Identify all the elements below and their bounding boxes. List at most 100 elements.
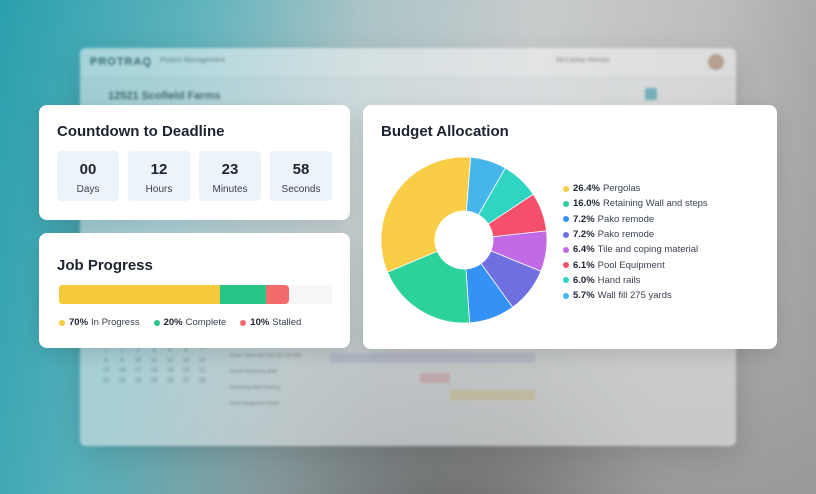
- calendar-day[interactable]: 21: [194, 368, 210, 374]
- countdown-hours-box: 12 Hours: [128, 151, 190, 201]
- budget-pct: 7.2%: [573, 213, 595, 225]
- budget-label: Pako remode: [597, 229, 655, 241]
- legend-dot-icon: [563, 292, 569, 299]
- progress-segment-stalled: [266, 285, 289, 304]
- budget-pct: 6.4%: [573, 244, 595, 256]
- budget-label: Pako remode: [597, 213, 655, 225]
- calendar-day[interactable]: 17: [130, 368, 146, 374]
- calendar-day[interactable]: 15: [98, 368, 114, 374]
- task-row[interactable]: Pool Equipment Order: [230, 401, 302, 417]
- legend-dot-icon: [563, 185, 569, 192]
- app-topbar: PROTRAQ Project Management McCarley Home…: [80, 48, 736, 78]
- donut-slice[interactable]: [380, 156, 472, 273]
- legend-dot-icon: [563, 277, 569, 284]
- stalled-pct: 10%: [250, 317, 270, 328]
- calendar-day[interactable]: 19: [162, 368, 178, 374]
- countdown-days-box: 00 Days: [57, 151, 119, 201]
- complete-dot-icon: [153, 319, 160, 326]
- view-toggle-button[interactable]: [645, 88, 657, 100]
- legend-dot-icon: [563, 246, 569, 253]
- legend-in-progress: 70% In Progress: [59, 317, 140, 328]
- calendar-day[interactable]: 4: [146, 348, 162, 354]
- calendar-day[interactable]: 6: [178, 348, 194, 354]
- budget-label: Retaining Wall and steps: [602, 198, 708, 210]
- legend-complete: 20% Complete: [153, 317, 227, 328]
- budget-label: Pool Equipment: [597, 259, 665, 271]
- countdown-minutes-label: Minutes: [212, 184, 248, 195]
- calendar-day[interactable]: 8: [98, 358, 114, 364]
- budget-donut-chart: [380, 156, 548, 324]
- legend-dot-icon: [563, 216, 569, 223]
- countdown-seconds-value: 58: [292, 161, 310, 178]
- calendar-day[interactable]: 23: [114, 378, 130, 384]
- budget-title: Budget Allocation: [381, 123, 509, 140]
- budget-label: Hand rails: [597, 274, 641, 286]
- calendar-day[interactable]: 16: [114, 368, 130, 374]
- in-progress-pct: 70%: [69, 317, 89, 328]
- calendar-day[interactable]: 25: [146, 378, 162, 384]
- calendar-day[interactable]: 2: [114, 348, 130, 354]
- legend-dot-icon: [563, 231, 569, 238]
- calendar-day[interactable]: 24: [130, 378, 146, 384]
- calendar-day[interactable]: 20: [178, 368, 194, 374]
- budget-allocation-card: Budget Allocation 26.4% Pergolas 16.0% Reta…: [363, 105, 777, 349]
- calendar-day[interactable]: 3: [130, 348, 146, 354]
- calendar-day[interactable]: 11: [146, 358, 162, 364]
- calendar-day[interactable]: 12: [162, 358, 178, 364]
- budget-legend-item: 6.1% Pool Equipment: [563, 257, 708, 272]
- budget-legend-item: 6.4% Tile and coping material: [563, 242, 708, 257]
- calendar-day[interactable]: 18: [146, 368, 162, 374]
- in-progress-dot-icon: [59, 319, 65, 326]
- budget-pct: 5.7%: [573, 290, 595, 302]
- budget-label: Pergolas: [602, 183, 641, 195]
- budget-legend: 26.4% Pergolas 16.0% Retaining Wall and ste…: [563, 181, 708, 303]
- client-chip[interactable]: McCarley Homes: [556, 57, 610, 64]
- calendar-day[interactable]: 7: [194, 348, 210, 354]
- calendar-day[interactable]: 10: [130, 358, 146, 364]
- task-row[interactable]: Install Retaining Wall: [230, 369, 302, 385]
- complete-pct: 20%: [163, 317, 183, 328]
- calendar-day[interactable]: 28: [194, 378, 210, 384]
- calendar-day[interactable]: 26: [162, 378, 178, 384]
- countdown-minutes-box: 23 Minutes: [199, 151, 261, 201]
- complete-label: Complete: [185, 317, 227, 328]
- calendar-day[interactable]: 14: [194, 358, 210, 364]
- calendar-day[interactable]: 13: [178, 358, 194, 364]
- budget-legend-item: 6.0% Hand rails: [563, 273, 708, 288]
- app-logo: PROTRAQ: [90, 56, 152, 68]
- countdown-minutes-value: 23: [221, 161, 239, 178]
- countdown-title: Countdown to Deadline: [57, 123, 225, 140]
- gantt-bar: [420, 373, 450, 383]
- mini-calendar: 1 2 3 4 5 6 7 8 9 10 11 12 13 14 15 16 17 18 19 20 21 22 23 24 2…: [98, 348, 210, 384]
- calendar-day[interactable]: 9: [114, 358, 130, 364]
- budget-pct: 6.1%: [573, 259, 595, 271]
- progress-legend: 70% In Progress 20% Complete 10% Stalled: [59, 317, 315, 328]
- calendar-day[interactable]: 22: [98, 378, 114, 384]
- countdown-days-label: Days: [76, 184, 100, 195]
- countdown-hours-label: Hours: [145, 184, 173, 195]
- progress-segment-in-progress: [59, 285, 220, 304]
- gantt-bar: [450, 390, 535, 400]
- budget-legend-item: 26.4% Pergolas: [563, 181, 708, 196]
- countdown-card: Countdown to Deadline 00 Days 12 Hours 2…: [39, 105, 350, 220]
- job-progress-card: Job Progress 70% In Progress 20% Complet…: [39, 233, 350, 348]
- avatar[interactable]: [708, 54, 724, 70]
- legend-stalled: 10% Stalled: [240, 317, 301, 328]
- countdown-seconds-box: 58 Seconds: [270, 151, 332, 201]
- budget-pct: 16.0%: [573, 198, 600, 210]
- calendar-day[interactable]: 27: [178, 378, 194, 384]
- calendar-day[interactable]: 5: [162, 348, 178, 354]
- budget-pct: 7.2%: [573, 229, 595, 241]
- module-chip[interactable]: Project Management: [160, 57, 225, 64]
- job-progress-title: Job Progress: [57, 257, 153, 274]
- task-row[interactable]: Retaining Wall Footing: [230, 385, 302, 401]
- in-progress-label: In Progress: [91, 317, 140, 328]
- countdown-hours-value: 12: [150, 161, 168, 178]
- calendar-day[interactable]: 1: [98, 348, 114, 354]
- task-row[interactable]: Clear Trees and Set Up Job Site: [230, 353, 302, 369]
- progress-bar: [59, 285, 332, 304]
- budget-legend-item: 16.0% Retaining Wall and steps: [563, 196, 708, 211]
- budget-label: Tile and coping material: [597, 244, 699, 256]
- stalled-label: Stalled: [272, 317, 302, 328]
- countdown-seconds-label: Seconds: [281, 184, 321, 195]
